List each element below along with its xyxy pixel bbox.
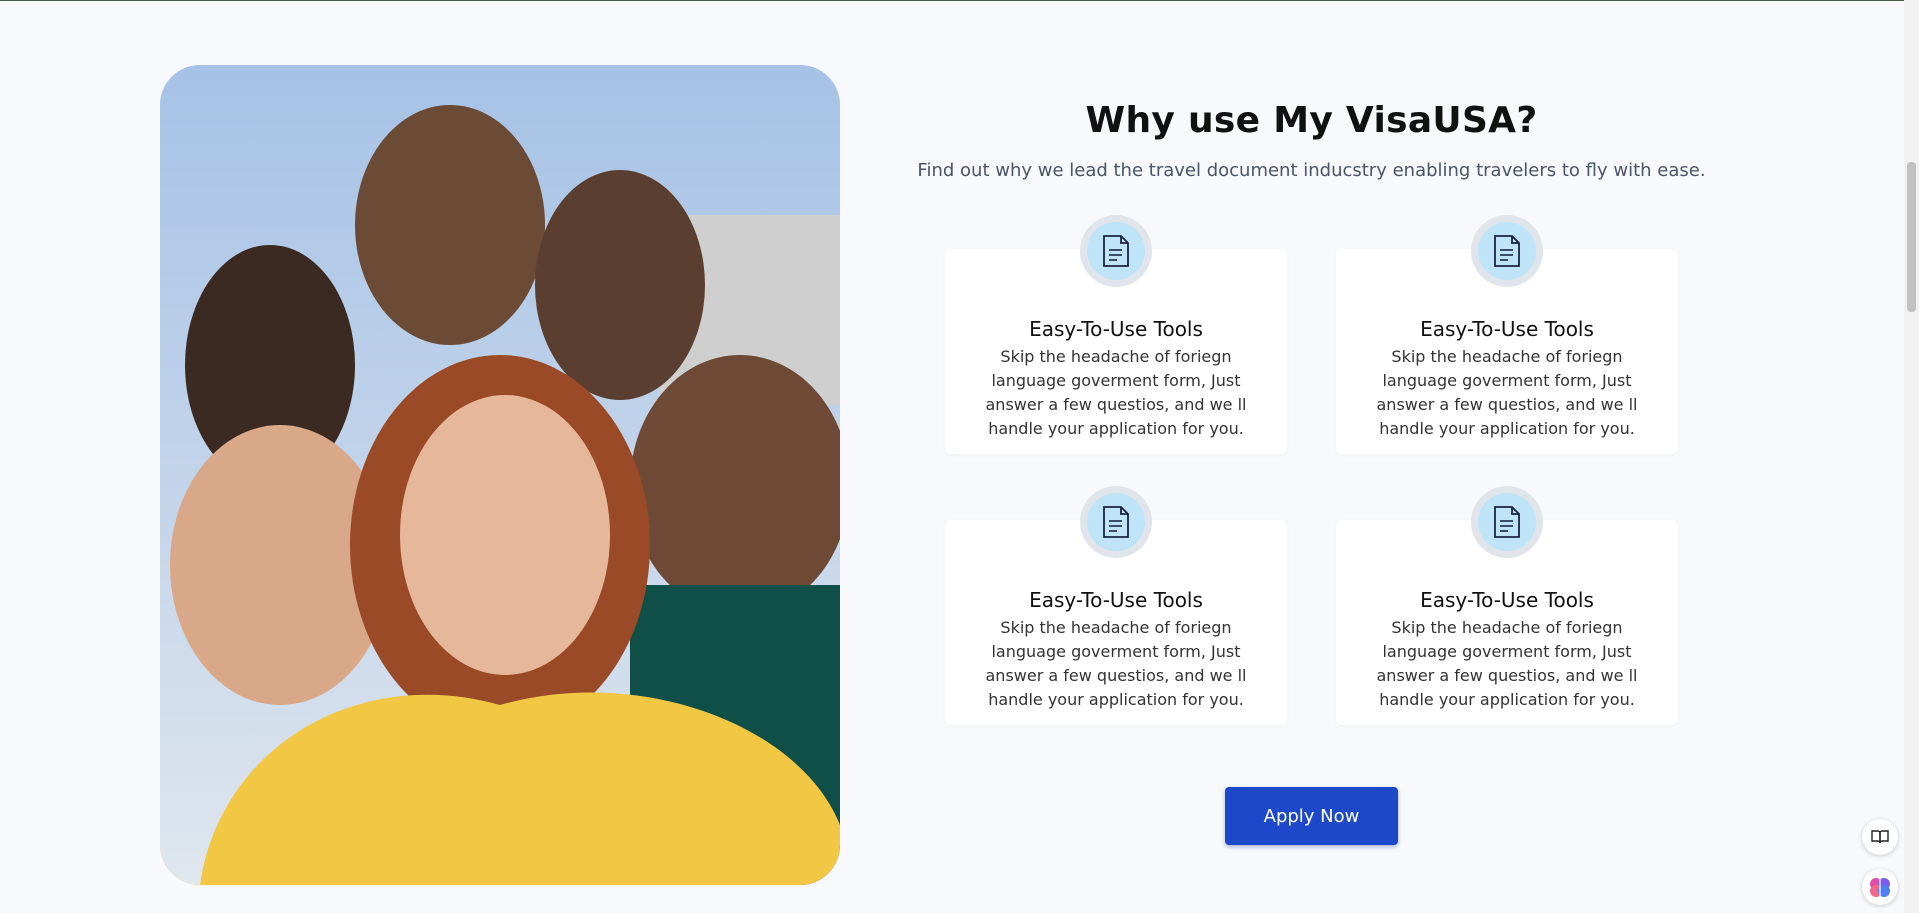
feature-card: Easy-To-Use Tools Skip the headache of f… (1336, 486, 1678, 725)
reader-icon[interactable] (1862, 819, 1898, 855)
top-border (0, 0, 1919, 1)
feature-card: Easy-To-Use Tools Skip the headache of f… (945, 486, 1287, 725)
document-icon (1080, 215, 1152, 287)
scrollbar-thumb[interactable] (1907, 162, 1916, 312)
feature-card: Easy-To-Use Tools Skip the headache of f… (1336, 215, 1678, 454)
feature-title: Easy-To-Use Tools (1029, 588, 1203, 612)
feature-card: Easy-To-Use Tools Skip the headache of f… (945, 215, 1287, 454)
document-icon (1471, 486, 1543, 558)
document-icon (1080, 486, 1152, 558)
feature-title: Easy-To-Use Tools (1029, 317, 1203, 341)
apply-now-button[interactable]: Apply Now (1225, 787, 1398, 845)
feature-description: Skip the headache of foriegn language go… (985, 347, 1247, 438)
document-icon (1471, 215, 1543, 287)
group-selfie-photo (160, 65, 840, 885)
feature-description: Skip the headache of foriegn language go… (985, 618, 1247, 709)
scrollbar-track[interactable] (1904, 0, 1919, 913)
feature-description: Skip the headache of foriegn language go… (1376, 347, 1638, 438)
section-title: Why use My VisaUSA? (1085, 100, 1538, 141)
section-subtitle: Find out why we lead the travel document… (917, 160, 1706, 181)
feature-description: Skip the headache of foriegn language go… (1376, 618, 1638, 709)
feature-title: Easy-To-Use Tools (1420, 588, 1594, 612)
assistant-icon[interactable] (1862, 869, 1898, 905)
feature-title: Easy-To-Use Tools (1420, 317, 1594, 341)
